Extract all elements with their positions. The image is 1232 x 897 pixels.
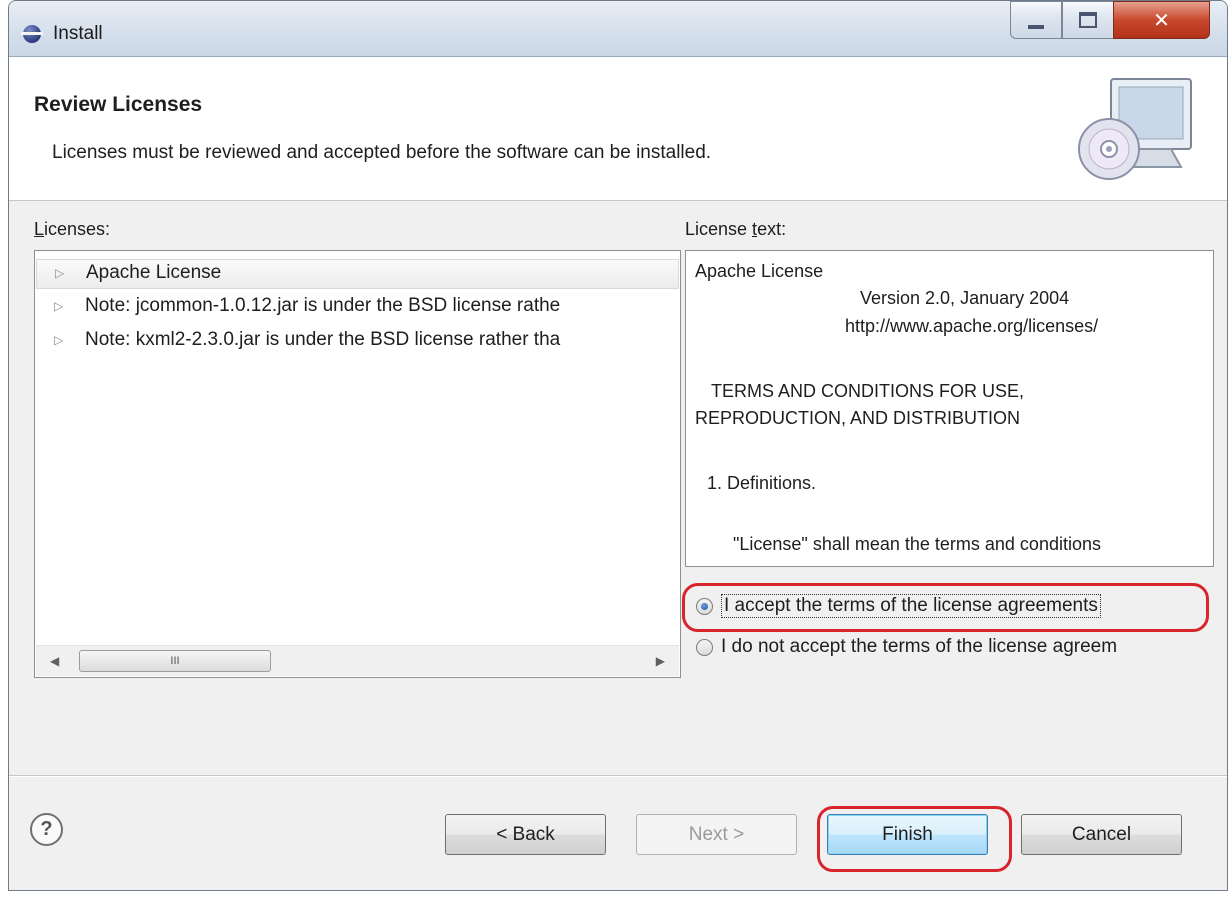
footer-divider — [9, 775, 1227, 776]
help-icon[interactable]: ? — [30, 813, 63, 846]
close-button[interactable]: ✕ — [1113, 1, 1210, 39]
tree-item-jcommon-note[interactable]: ▷ Note: jcommon-1.0.12.jar is under the … — [36, 293, 677, 321]
license-text-label: License text: — [685, 219, 787, 239]
licenses-label: Licenses: — [34, 219, 111, 239]
license-text-line: "License" shall mean the terms and condi… — [733, 534, 1101, 554]
license-text-area[interactable]: Apache License Version 2.0, January 2004… — [685, 250, 1214, 567]
minimize-button[interactable] — [1010, 1, 1062, 39]
install-dialog: Install ✕ Review Licenses Licenses must … — [8, 0, 1228, 891]
scroll-right-icon[interactable]: ▶ — [656, 654, 665, 668]
tree-item-kxml2-note[interactable]: ▷ Note: kxml2-2.3.0.jar is under the BSD… — [36, 327, 677, 355]
minimize-icon — [1028, 25, 1044, 29]
window-title: Install — [53, 23, 103, 44]
license-text-line: http://www.apache.org/licenses/ — [845, 316, 1099, 336]
install-wizard-icon — [1078, 78, 1192, 180]
radio-unselected-icon[interactable] — [696, 638, 713, 656]
tree-item-apache-license[interactable]: ▷ Apache License — [36, 259, 679, 289]
licenses-tree[interactable]: ▷ Apache License ▷ Note: jcommon-1.0.12.… — [34, 250, 681, 678]
scroll-left-icon[interactable]: ◀ — [50, 654, 59, 668]
expand-arrow-icon[interactable]: ▷ — [55, 266, 64, 280]
maximize-icon — [1079, 12, 1097, 28]
maximize-button[interactable] — [1062, 1, 1114, 39]
eclipse-icon — [21, 25, 43, 43]
license-text-line: TERMS AND CONDITIONS FOR USE, — [711, 381, 1025, 401]
horizontal-scrollbar[interactable]: ◀ III ▶ — [36, 645, 679, 676]
license-text-line: Version 2.0, January 2004 — [860, 288, 1070, 308]
accept-license-radio[interactable]: I accept the terms of the license agreem… — [696, 594, 1101, 618]
next-button[interactable]: Next > — [636, 814, 797, 855]
close-icon: ✕ — [1153, 9, 1170, 32]
header-banner: Review Licenses Licenses must be reviewe… — [9, 57, 1227, 201]
license-text-line: REPRODUCTION, AND DISTRIBUTION — [695, 408, 1021, 428]
expand-arrow-icon[interactable]: ▷ — [54, 333, 63, 347]
scrollbar-thumb[interactable]: III — [79, 650, 271, 672]
finish-button[interactable]: Finish — [827, 814, 988, 855]
back-button[interactable]: < Back — [445, 814, 606, 855]
license-text-line: Apache License — [695, 261, 824, 281]
cancel-button[interactable]: Cancel — [1021, 814, 1182, 855]
page-title: Review Licenses — [34, 93, 203, 116]
title-bar: Install ✕ — [9, 1, 1227, 57]
radio-selected-icon[interactable] — [696, 597, 713, 615]
license-text-line: 1. Definitions. — [707, 473, 817, 493]
page-description: Licenses must be reviewed and accepted b… — [52, 142, 712, 163]
expand-arrow-icon[interactable]: ▷ — [54, 299, 63, 313]
decline-license-label: I do not accept the terms of the license… — [721, 636, 1118, 657]
decline-license-radio[interactable]: I do not accept the terms of the license… — [696, 636, 1117, 658]
accept-license-label: I accept the terms of the license agreem… — [721, 594, 1101, 618]
